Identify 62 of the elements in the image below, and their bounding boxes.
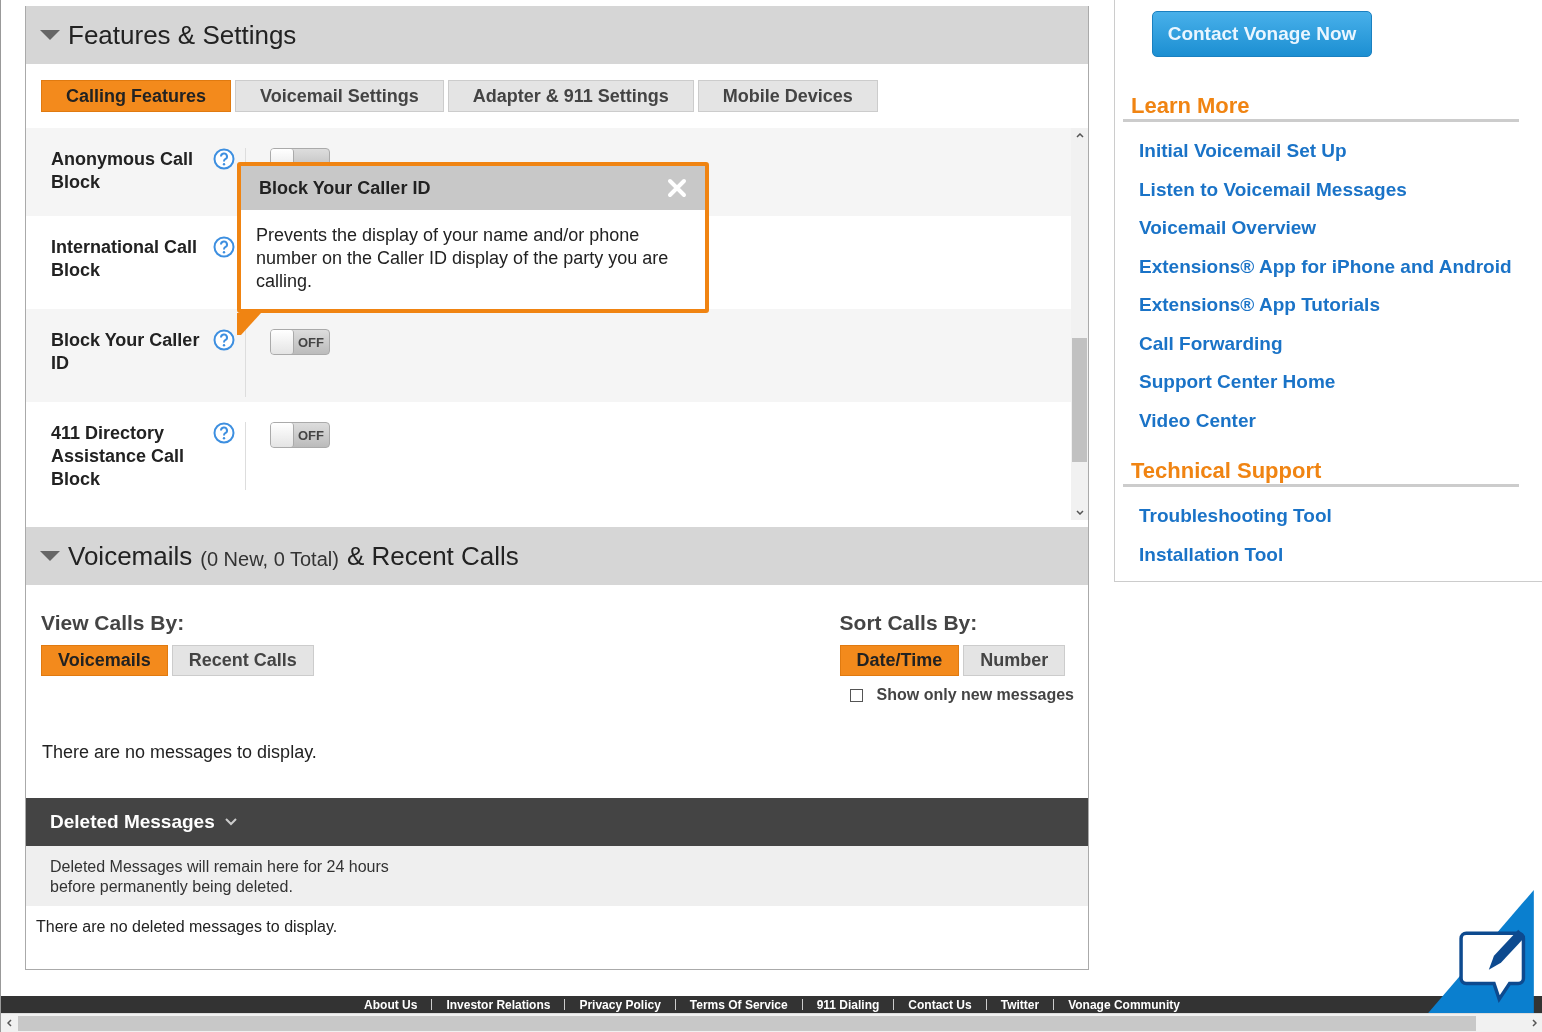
chevron-icon[interactable]	[224, 818, 237, 826]
setting-label: 411 Directory Assistance Call Block	[51, 422, 186, 491]
sort-label: Sort Calls By:	[839, 611, 979, 635]
help-icon[interactable]	[213, 148, 235, 170]
sidebar-link[interactable]: Initial Voicemail Set Up	[1139, 138, 1542, 165]
footer-link[interactable]: Vonage Community	[1068, 997, 1180, 1012]
message-count: (0 New, 0 Total)	[200, 547, 339, 571]
section-title: Voicemails	[68, 540, 193, 572]
sidebar-link[interactable]: Extensions® App Tutorials	[1139, 292, 1542, 319]
deleted-note: Deleted Messages will remain here for 24 hours before permanently being deleted.	[50, 857, 390, 897]
popup-text: Prevents the display of your name and/or phone number on the Caller ID display of the party you are calling.	[255, 224, 670, 293]
vertical-scrollbar[interactable]	[1071, 128, 1088, 520]
scroll-up-icon[interactable]	[1075, 133, 1084, 138]
sidebar-heading: Technical Support	[1123, 448, 1519, 487]
section-title: & Recent Calls	[346, 540, 519, 572]
deleted-messages-title: Deleted Messages	[50, 811, 215, 833]
sidebar-link[interactable]: Extensions® App for iPhone and Android	[1139, 253, 1542, 280]
setting-label: Block Your Caller ID	[51, 329, 201, 375]
scroll-left-icon[interactable]	[7, 1019, 12, 1027]
view-label: View Calls By:	[41, 611, 186, 635]
help-icon[interactable]	[213, 329, 235, 351]
toggle-switch[interactable]: OFF	[270, 329, 330, 355]
tab[interactable]: Mobile Devices	[697, 80, 878, 112]
setting-label: Anonymous Call Block	[51, 148, 194, 194]
sort-tab[interactable]: Date/Time	[839, 645, 960, 676]
sidebar-link[interactable]: Installation Tool	[1139, 541, 1542, 568]
sidebar-link[interactable]: Video Center	[1139, 407, 1542, 434]
checkbox[interactable]	[849, 688, 863, 702]
section-title: Features & Settings	[68, 19, 297, 51]
scroll-right-icon[interactable]	[1532, 1019, 1537, 1027]
empty-message: There are no messages to display.	[41, 741, 318, 764]
footer-link[interactable]: Twitter	[1000, 997, 1040, 1012]
sidebar-link[interactable]: Voicemail Overview	[1139, 215, 1542, 242]
collapse-caret-icon[interactable]	[40, 551, 60, 561]
deleted-messages-bar[interactable]: Deleted Messages	[26, 798, 1088, 846]
tab[interactable]: Adapter & 911 Settings	[447, 80, 694, 112]
checkbox-label: Show only new messages	[876, 686, 1074, 704]
footer-link[interactable]: Terms Of Service	[689, 997, 788, 1012]
sidebar-heading: Learn More	[1123, 57, 1519, 122]
setting-label: International Call Block	[51, 236, 199, 282]
sidebar-link[interactable]: Call Forwarding	[1139, 330, 1542, 357]
sidebar-link[interactable]: Support Center Home	[1139, 369, 1542, 396]
toggle-switch[interactable]: OFF	[270, 422, 330, 448]
popup-title: Block Your Caller ID	[259, 177, 431, 199]
sort-tab[interactable]: Number	[963, 645, 1066, 676]
filter-tab[interactable]: Recent Calls	[171, 645, 314, 676]
scroll-down-icon[interactable]	[1075, 510, 1084, 515]
footer-link[interactable]: Investor Relations	[446, 997, 551, 1012]
filter-tab[interactable]: Voicemails	[41, 645, 168, 676]
help-icon[interactable]	[213, 422, 235, 444]
empty-message: There are no deleted messages to display.	[35, 917, 339, 937]
sidebar-link[interactable]: Listen to Voicemail Messages	[1139, 176, 1542, 203]
tab[interactable]: Voicemail Settings	[235, 80, 444, 112]
footer-link[interactable]: 911 Dialing	[816, 997, 880, 1012]
horizontal-scrollbar[interactable]	[1, 1013, 1542, 1032]
sidebar-link[interactable]: Troubleshooting Tool	[1139, 503, 1542, 530]
footer-link[interactable]: About Us	[364, 997, 418, 1012]
footer-link[interactable]: Contact Us	[908, 997, 972, 1012]
footer-link[interactable]: Privacy Policy	[579, 997, 661, 1012]
tab[interactable]: Calling Features	[41, 80, 232, 112]
help-icon[interactable]	[213, 236, 235, 258]
collapse-caret-icon[interactable]	[40, 30, 60, 40]
